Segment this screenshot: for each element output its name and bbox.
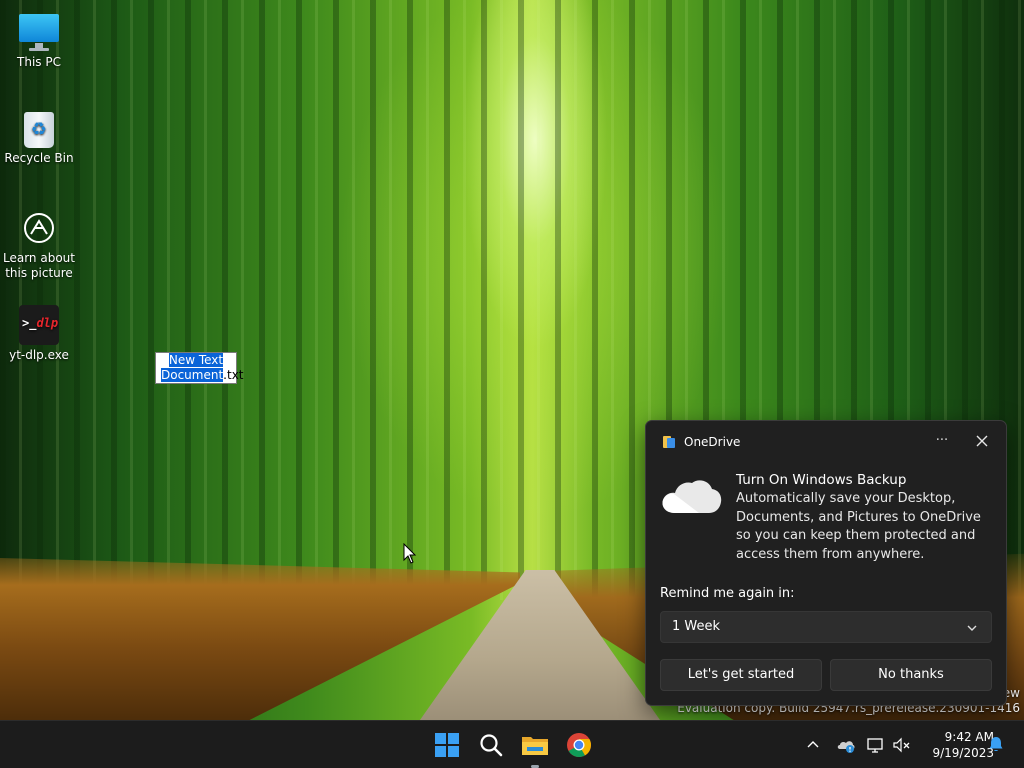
desktop-icon-label: This PC bbox=[17, 55, 61, 69]
notification-close-button[interactable] bbox=[971, 431, 993, 451]
network-icon[interactable] bbox=[866, 735, 886, 755]
desktop-icon-recycle-bin[interactable]: ♻ Recycle Bin bbox=[1, 108, 77, 166]
ytdlp-logo-prompt: >_ bbox=[22, 316, 37, 330]
start-icon[interactable] bbox=[429, 727, 465, 763]
system-clock[interactable]: 9:42 AM 9/19/2023 bbox=[912, 729, 994, 761]
no-thanks-button[interactable]: No thanks bbox=[830, 659, 992, 691]
clock-date: 9/19/2023 bbox=[932, 746, 994, 760]
rename-text-field[interactable]: New Text Document.txt bbox=[155, 352, 244, 384]
desktop-icon-label: yt-dlp.exe bbox=[9, 348, 69, 362]
onedrive-tray-icon[interactable] bbox=[836, 735, 856, 755]
desktop[interactable]: This PC ♻ Recycle Bin Learn about this p… bbox=[0, 0, 1024, 720]
notification-more-button[interactable]: ··· bbox=[931, 432, 953, 450]
desktop-icon-this-pc[interactable]: This PC bbox=[1, 12, 77, 70]
file-explorer-button[interactable] bbox=[517, 727, 553, 768]
clock-time: 9:42 AM bbox=[944, 730, 994, 744]
file-explorer-icon bbox=[522, 737, 548, 755]
search-icon[interactable] bbox=[473, 727, 509, 763]
rename-extension: .txt bbox=[223, 368, 244, 382]
desktop-icon-label: Recycle Bin bbox=[4, 151, 74, 165]
onedrive-app-icon bbox=[663, 436, 675, 448]
chevron-down-icon bbox=[967, 625, 977, 631]
ytdlp-icon: >_dlp bbox=[19, 305, 59, 345]
notification-bell-icon[interactable] bbox=[987, 735, 1005, 753]
remind-label: Remind me again in: bbox=[660, 586, 795, 601]
recycle-bin-icon: ♻ bbox=[19, 108, 59, 148]
desktop-icon-label-line1: Learn about bbox=[3, 251, 75, 265]
desktop-icon-ytdlp[interactable]: >_dlp yt-dlp.exe bbox=[1, 305, 77, 363]
desktop-icon-label-line2: this picture bbox=[5, 266, 73, 280]
monitor-icon bbox=[19, 12, 59, 52]
notification-title: Turn On Windows Backup bbox=[736, 472, 907, 488]
chevron-up-icon[interactable] bbox=[803, 735, 823, 755]
chrome-icon[interactable] bbox=[561, 727, 597, 763]
camera-mark-icon bbox=[30, 219, 48, 235]
ytdlp-logo-text: dlp bbox=[36, 316, 59, 330]
mouse-cursor-icon bbox=[403, 543, 417, 564]
remind-dropdown-value: 1 Week bbox=[672, 619, 721, 634]
onedrive-notification[interactable]: OneDrive ··· Turn On Windows Backup Auto… bbox=[645, 420, 1007, 706]
volume-muted-icon[interactable] bbox=[892, 735, 912, 755]
rename-line2-selected: Document bbox=[161, 368, 224, 382]
lets-get-started-button[interactable]: Let's get started bbox=[660, 659, 822, 691]
notification-app-name: OneDrive bbox=[684, 435, 741, 449]
learn-about-picture-icon bbox=[19, 208, 59, 248]
cloud-icon bbox=[662, 480, 722, 513]
desktop-icon-learn-about[interactable]: Learn about this picture bbox=[1, 208, 77, 281]
rename-line1-selected: New Text bbox=[168, 353, 224, 367]
notification-body: Automatically save your Desktop, Documen… bbox=[736, 491, 981, 562]
remind-dropdown[interactable]: 1 Week bbox=[660, 611, 992, 643]
taskbar: 9:42 AM 9/19/2023 bbox=[0, 720, 1024, 768]
